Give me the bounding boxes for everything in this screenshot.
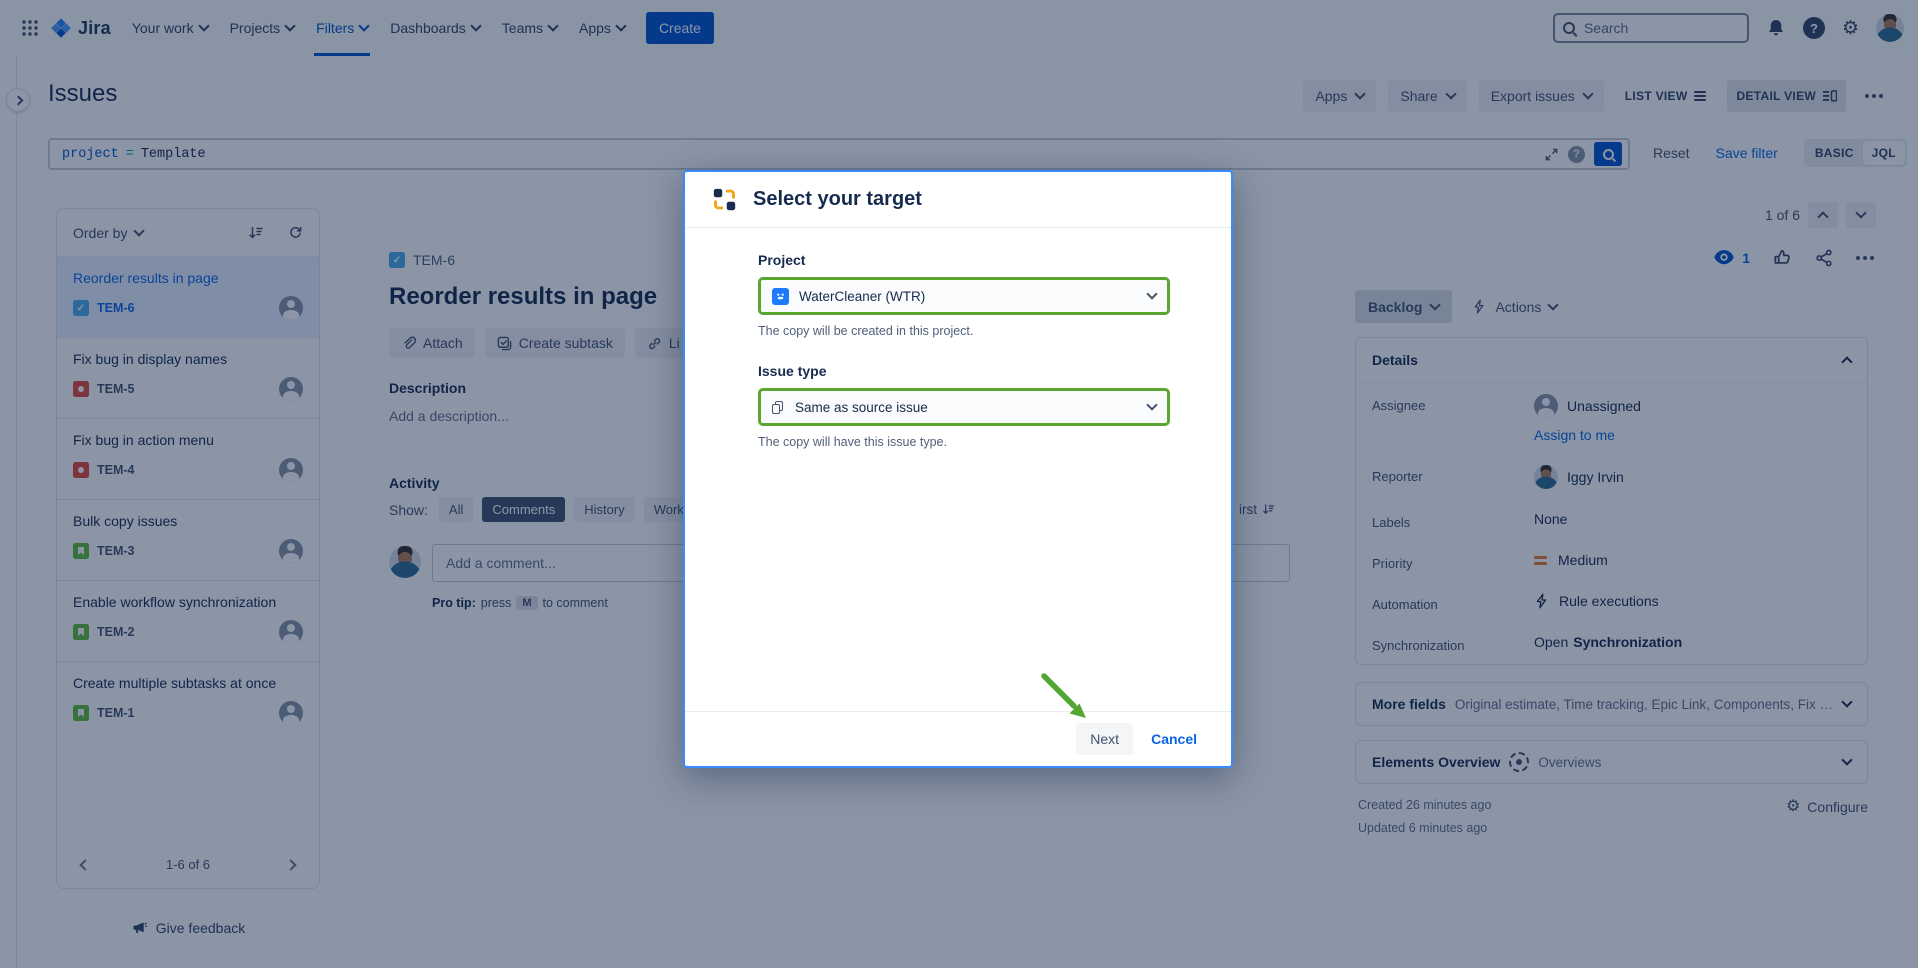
copy-app-icon — [711, 186, 738, 213]
project-select[interactable]: WaterCleaner (WTR) — [758, 277, 1170, 315]
chevron-down-icon — [1146, 288, 1157, 299]
project-avatar-icon — [772, 288, 789, 305]
issue-type-select[interactable]: Same as source issue — [758, 388, 1170, 426]
project-field-label: Project — [758, 252, 1231, 268]
copy-icon — [772, 401, 783, 414]
dialog-footer: Next Cancel — [685, 711, 1231, 766]
cancel-button[interactable]: Cancel — [1139, 723, 1209, 755]
issue-type-help-text: The copy will have this issue type. — [758, 435, 1231, 449]
dialog-header: Select your target — [685, 172, 1231, 228]
project-select-value: WaterCleaner (WTR) — [799, 289, 925, 304]
project-help-text: The copy will be created in this project… — [758, 324, 1231, 338]
chevron-down-icon — [1146, 399, 1157, 410]
next-button[interactable]: Next — [1076, 723, 1133, 755]
dialog-body: Project WaterCleaner (WTR) The copy will… — [685, 228, 1231, 449]
select-target-dialog: Select your target Project WaterCleaner … — [683, 170, 1233, 768]
issue-type-field-label: Issue type — [758, 363, 1231, 379]
issue-type-select-value: Same as source issue — [795, 400, 928, 415]
dialog-title: Select your target — [753, 188, 922, 211]
